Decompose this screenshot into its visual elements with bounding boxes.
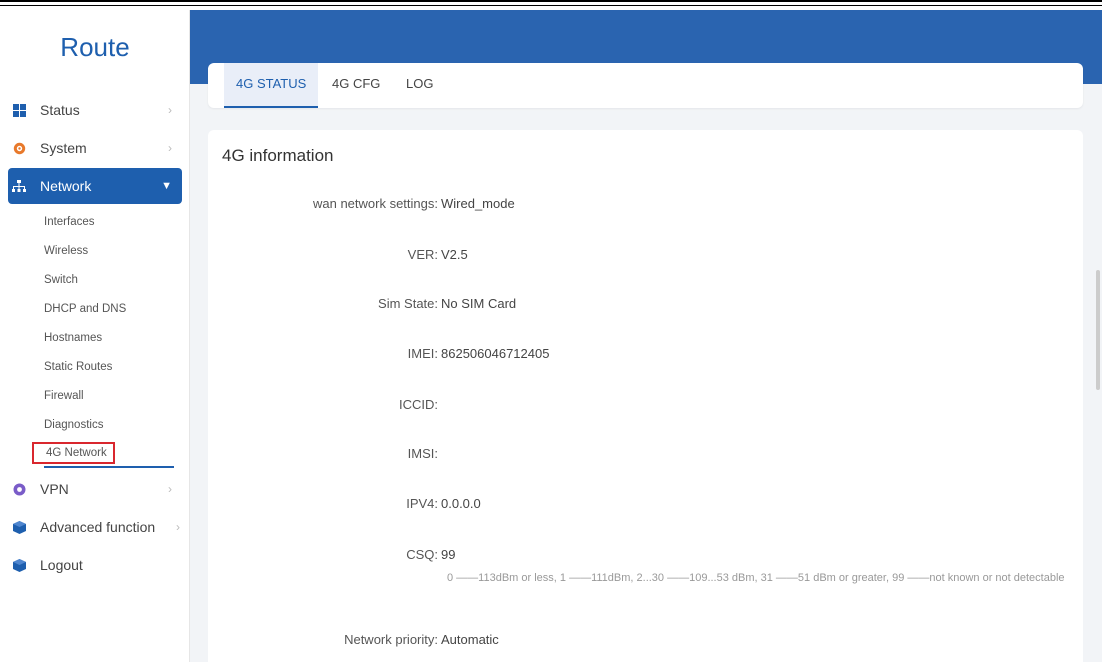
submenu-firewall[interactable]: Firewall: [44, 387, 84, 405]
top-header-bar: [190, 10, 1102, 62]
value-ipv4: 0.0.0.0: [441, 496, 481, 511]
logout-icon: [12, 558, 26, 572]
submenu-wireless[interactable]: Wireless: [44, 242, 88, 260]
tab-4g-status[interactable]: 4G STATUS: [224, 63, 319, 108]
label-sim-state: Sim State:: [378, 296, 438, 311]
grid-icon: [12, 103, 26, 117]
chevron-right-icon: ›: [168, 141, 172, 155]
tab-log[interactable]: LOG: [406, 63, 433, 108]
gear-icon: [12, 141, 26, 155]
info-panel: 4G information wan network settings: Wir…: [208, 130, 1083, 662]
label-ver: VER:: [407, 247, 438, 262]
tab-4g-cfg[interactable]: 4G CFG: [332, 63, 380, 108]
submenu-switch[interactable]: Switch: [44, 271, 78, 289]
top-rule: [0, 0, 1102, 2]
tab-bar: 4G STATUS 4G CFG LOG: [208, 63, 1083, 108]
label-wan-network-settings: wan network settings:: [312, 196, 438, 211]
chevron-right-icon: ›: [168, 103, 172, 117]
submenu-dhcp-dns[interactable]: DHCP and DNS: [44, 300, 126, 318]
submenu-diagnostics[interactable]: Diagnostics: [44, 416, 103, 434]
sidebar-item-label: Logout: [40, 557, 83, 573]
sidebar-item-advanced-function[interactable]: Advanced function ›: [8, 509, 182, 545]
network-icon: [12, 179, 26, 193]
brand-title: Route: [60, 32, 130, 62]
page-scrollbar[interactable]: [1096, 270, 1100, 390]
label-ipv4: IPV4:: [406, 496, 438, 511]
value-imei: 862506046712405: [441, 346, 550, 361]
sidebar-item-label: Status: [40, 102, 80, 118]
label-iccid: ICCID:: [399, 397, 438, 412]
sidebar-item-label: System: [40, 140, 87, 156]
top-rule-thin: [0, 5, 1102, 6]
sidebar-item-vpn[interactable]: VPN ›: [8, 471, 182, 507]
value-network-priority: Automatic: [441, 632, 499, 647]
sidebar-item-label: Advanced function: [40, 519, 156, 535]
vpn-icon: [12, 482, 26, 496]
submenu-4g-network[interactable]: 4G Network: [32, 442, 115, 464]
value-csq: 99: [441, 547, 456, 562]
label-network-priority: Network priority:: [344, 632, 438, 647]
submenu-static-routes[interactable]: Static Routes: [44, 358, 112, 376]
label-csq: CSQ:: [406, 547, 438, 562]
submenu-active-underline: [44, 466, 174, 468]
label-imsi: IMSI:: [407, 446, 438, 461]
submenu-hostnames[interactable]: Hostnames: [44, 329, 102, 347]
value-ver: V2.5: [441, 247, 468, 262]
chevron-down-icon: ▼: [161, 180, 172, 192]
sidebar-item-label: Network: [40, 178, 92, 194]
value-sim-state: No SIM Card: [441, 296, 517, 311]
sidebar-item-status[interactable]: Status ›: [8, 92, 182, 128]
csq-help-text: 0 ——113dBm or less, 1 ——111dBm, 2...30 —…: [447, 572, 1065, 584]
sidebar-item-network[interactable]: Network ▼: [8, 168, 182, 204]
value-wan-network-settings: Wired_mode: [441, 196, 515, 211]
label-imei: IMEI:: [407, 346, 438, 361]
sidebar-item-label: VPN: [40, 481, 69, 497]
sidebar-item-system[interactable]: System ›: [8, 130, 182, 166]
chevron-right-icon: ›: [168, 482, 172, 496]
cube-icon: [12, 520, 26, 534]
chevron-right-icon: ›: [176, 520, 180, 534]
panel-title: 4G information: [222, 146, 334, 165]
submenu-interfaces[interactable]: Interfaces: [44, 213, 95, 231]
sidebar-item-logout[interactable]: Logout: [8, 547, 182, 583]
